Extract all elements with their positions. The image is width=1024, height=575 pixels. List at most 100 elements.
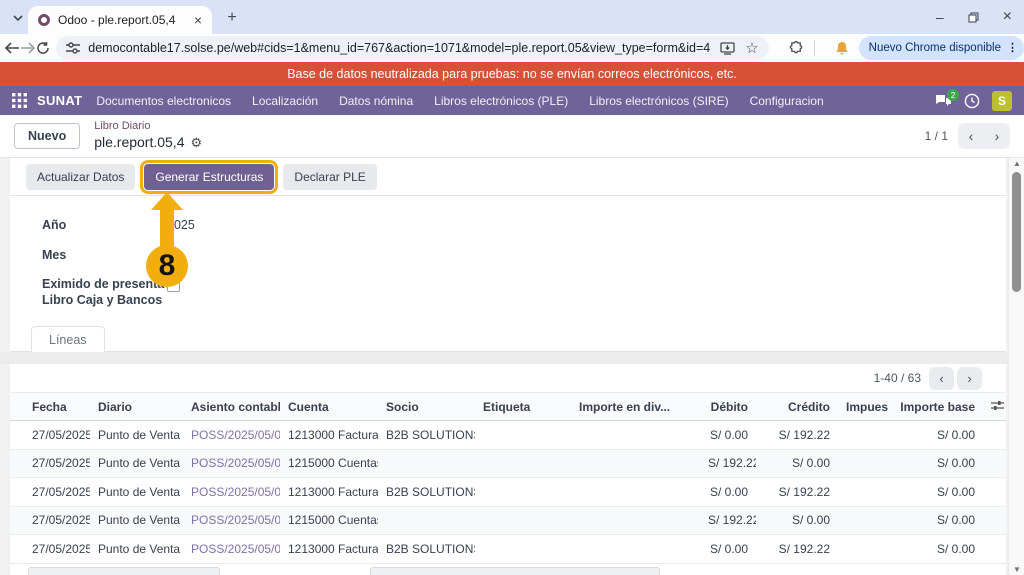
- table-row-1[interactable]: 27/05/2025Punto de VentaPOSS/2025/05/0..…: [10, 449, 1006, 478]
- table-cell[interactable]: 1215000 Cuentas...: [280, 449, 378, 478]
- tab-search-button[interactable]: [8, 8, 28, 28]
- nav-item-0[interactable]: Documentos electronicos: [96, 94, 231, 108]
- vertical-scrollbar[interactable]: ▲ ▼: [1008, 158, 1024, 575]
- table-cell[interactable]: 27/05/2025: [10, 449, 90, 478]
- table-cell[interactable]: [571, 449, 700, 478]
- table-cell[interactable]: [475, 535, 571, 564]
- table-cell[interactable]: S/ 0.00: [700, 478, 756, 507]
- columns-adjust-icon[interactable]: [983, 393, 1006, 421]
- table-cell[interactable]: S/ 0.00: [888, 506, 983, 535]
- table-cell[interactable]: S/ 0.00: [700, 421, 756, 450]
- column-header-5[interactable]: Etiqueta: [475, 393, 571, 421]
- table-row-4[interactable]: 27/05/2025Punto de VentaPOSS/2025/05/0..…: [10, 535, 1006, 564]
- site-settings-icon[interactable]: [66, 42, 80, 54]
- table-cell[interactable]: S/ 0.00: [700, 535, 756, 564]
- nav-item-5[interactable]: Configuracion: [750, 94, 824, 108]
- install-app-icon[interactable]: [720, 42, 735, 55]
- minimize-button[interactable]: –: [936, 9, 944, 25]
- table-cell[interactable]: S/ 192.22: [756, 478, 838, 507]
- table-cell[interactable]: S/ 192.22: [700, 449, 756, 478]
- list-pager-next-button[interactable]: ›: [957, 367, 982, 390]
- table-cell[interactable]: 1213000 Facturas...: [280, 421, 378, 450]
- table-cell[interactable]: [571, 535, 700, 564]
- column-header-6[interactable]: Importe en div...: [571, 393, 700, 421]
- table-cell[interactable]: POSS/2025/05/0...: [183, 421, 280, 450]
- table-cell[interactable]: B2B SOLUTIONS ...: [378, 535, 475, 564]
- scrollbar-thumb[interactable]: [1012, 172, 1021, 292]
- activities-button[interactable]: [964, 93, 980, 109]
- extensions-puzzle-icon[interactable]: [789, 41, 804, 56]
- generar-estructuras-button[interactable]: Generar Estructuras: [144, 164, 274, 190]
- tab-lineas[interactable]: Líneas: [31, 326, 105, 352]
- table-cell[interactable]: [838, 478, 888, 507]
- table-cell[interactable]: 1213000 Facturas...: [280, 478, 378, 507]
- tab-close-icon[interactable]: ×: [192, 12, 204, 28]
- browser-menu-icon[interactable]: ⋮: [1007, 43, 1018, 54]
- pager-next-button[interactable]: ›: [984, 128, 1010, 144]
- column-header-7[interactable]: Débito: [700, 393, 756, 421]
- table-cell[interactable]: [838, 421, 888, 450]
- gear-icon[interactable]: ⚙: [191, 135, 203, 151]
- nav-item-1[interactable]: Localización: [252, 94, 318, 108]
- table-cell[interactable]: POSS/2025/05/0...: [183, 449, 280, 478]
- restore-button[interactable]: [968, 12, 979, 23]
- nav-item-2[interactable]: Datos nómina: [339, 94, 413, 108]
- table-cell[interactable]: S/ 0.00: [888, 478, 983, 507]
- column-header-2[interactable]: Asiento contable: [183, 393, 280, 421]
- table-cell[interactable]: [475, 449, 571, 478]
- notification-bell-icon[interactable]: [835, 41, 849, 56]
- declarar-ple-button[interactable]: Declarar PLE: [283, 164, 376, 190]
- table-cell[interactable]: S/ 192.22: [700, 506, 756, 535]
- table-row-2[interactable]: 27/05/2025Punto de VentaPOSS/2025/05/0..…: [10, 478, 1006, 507]
- table-cell[interactable]: 1213000 Facturas...: [280, 535, 378, 564]
- table-row-0[interactable]: 27/05/2025Punto de VentaPOSS/2025/05/0..…: [10, 421, 1006, 450]
- table-cell[interactable]: POSS/2025/05/0...: [183, 506, 280, 535]
- table-cell[interactable]: POSS/2025/05/0...: [183, 478, 280, 507]
- column-header-10[interactable]: Importe base: [888, 393, 983, 421]
- bookmark-star-icon[interactable]: ☆: [745, 39, 758, 57]
- back-button[interactable]: [4, 36, 20, 60]
- browser-tab[interactable]: Odoo - ple.report.05,4 ×: [28, 6, 212, 34]
- table-cell[interactable]: POSS/2025/05/0...: [183, 535, 280, 564]
- new-record-button[interactable]: Nuevo: [14, 123, 80, 149]
- table-cell[interactable]: S/ 192.22: [756, 535, 838, 564]
- column-header-8[interactable]: Crédito: [756, 393, 838, 421]
- table-cell[interactable]: 1215000 Cuentas...: [280, 506, 378, 535]
- column-header-9[interactable]: Impuesto: [838, 393, 888, 421]
- column-header-1[interactable]: Diario: [90, 393, 183, 421]
- table-cell[interactable]: Punto de Venta: [90, 478, 183, 507]
- table-cell[interactable]: S/ 0.00: [888, 421, 983, 450]
- table-cell[interactable]: B2B SOLUTIONS ...: [378, 421, 475, 450]
- column-header-0[interactable]: Fecha: [10, 393, 90, 421]
- url-text[interactable]: democontable17.solse.pe/web#cids=1&menu_…: [88, 41, 710, 55]
- reload-button[interactable]: [36, 36, 50, 60]
- table-cell[interactable]: Punto de Venta: [90, 449, 183, 478]
- chrome-update-chip[interactable]: Nuevo Chrome disponible ⋮: [859, 36, 1024, 60]
- table-cell[interactable]: [475, 506, 571, 535]
- table-cell[interactable]: [838, 449, 888, 478]
- table-cell[interactable]: 27/05/2025: [10, 421, 90, 450]
- table-cell[interactable]: S/ 0.00: [756, 506, 838, 535]
- column-header-4[interactable]: Socio: [378, 393, 475, 421]
- breadcrumb-parent[interactable]: Libro Diario: [94, 120, 202, 134]
- table-cell[interactable]: 27/05/2025: [10, 535, 90, 564]
- table-cell[interactable]: [571, 506, 700, 535]
- table-cell[interactable]: 27/05/2025: [10, 506, 90, 535]
- apps-grid-icon[interactable]: [12, 93, 27, 108]
- table-cell[interactable]: B2B SOLUTIONS ...: [378, 478, 475, 507]
- table-cell[interactable]: 27/05/2025: [10, 478, 90, 507]
- table-cell[interactable]: S/ 192.22: [756, 421, 838, 450]
- user-avatar[interactable]: S: [992, 91, 1012, 111]
- table-row-partial[interactable]: [10, 563, 1006, 575]
- forward-button[interactable]: [20, 36, 36, 60]
- pager-previous-button[interactable]: ‹: [958, 128, 984, 144]
- list-pager-previous-button[interactable]: ‹: [929, 367, 954, 390]
- table-cell[interactable]: Punto de Venta: [90, 506, 183, 535]
- nav-item-3[interactable]: Libros electrónicos (PLE): [434, 94, 568, 108]
- table-cell[interactable]: [571, 478, 700, 507]
- table-cell[interactable]: S/ 0.00: [888, 449, 983, 478]
- table-cell[interactable]: Punto de Venta: [90, 535, 183, 564]
- table-cell[interactable]: S/ 0.00: [888, 535, 983, 564]
- app-brand[interactable]: SUNAT: [37, 93, 82, 108]
- table-cell[interactable]: [838, 535, 888, 564]
